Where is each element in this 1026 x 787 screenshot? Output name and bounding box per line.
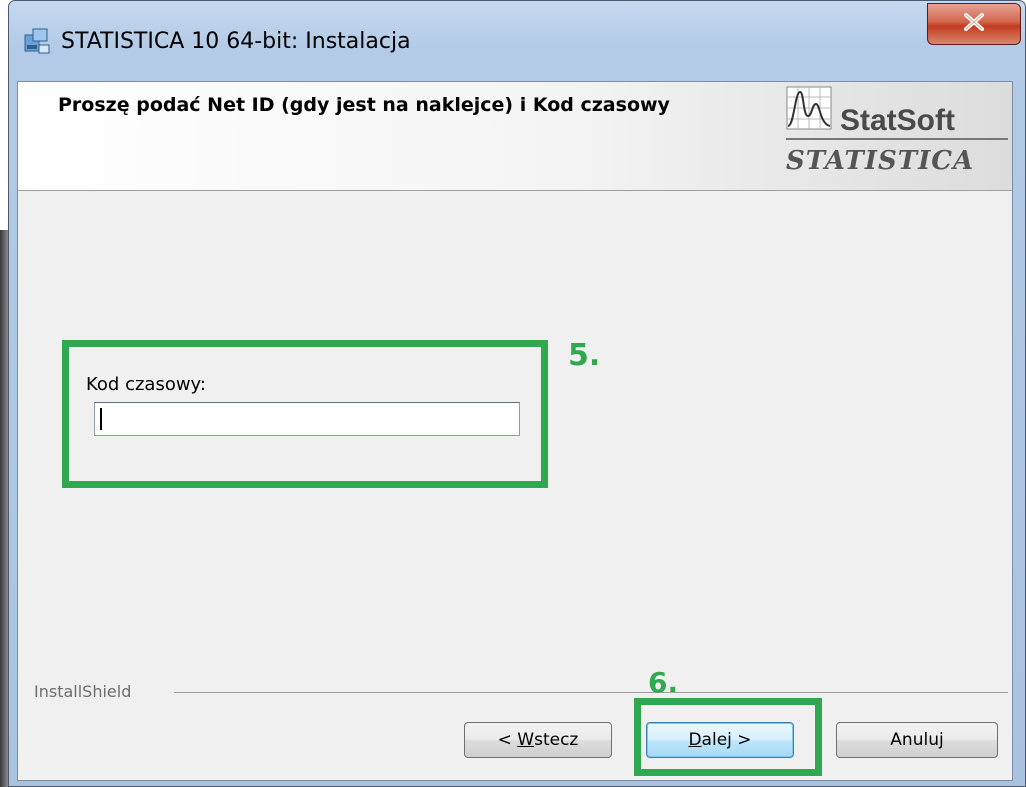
installer-icon: [23, 27, 51, 55]
statsoft-logo: StatSoft STATISTICA: [778, 86, 1008, 182]
footer-divider: [174, 692, 1008, 693]
back-button[interactable]: < Wstecz: [464, 722, 612, 758]
dialog-header: Proszę podać Net ID (gdy jest na naklejc…: [18, 82, 1012, 191]
cancel-button-label: Anuluj: [890, 730, 944, 750]
logo-product-text: STATISTICA: [786, 146, 975, 176]
installer-window: STATISTICA 10 64-bit: Instalacja Proszę …: [8, 0, 1026, 787]
dialog-client-area: Proszę podać Net ID (gdy jest na naklejc…: [17, 81, 1013, 781]
back-button-label: stecz: [534, 730, 579, 750]
page-title: Proszę podać Net ID (gdy jest na naklejc…: [58, 94, 670, 116]
window-title: STATISTICA 10 64-bit: Instalacja: [61, 29, 411, 54]
statsoft-logo-graph-icon: [786, 86, 836, 132]
annotation-step5-label: 5.: [568, 338, 601, 373]
close-icon: [963, 13, 985, 35]
title-bar[interactable]: STATISTICA 10 64-bit: Instalacja: [9, 1, 1025, 81]
installshield-label: InstallShield: [34, 682, 132, 701]
time-code-label: Kod czasowy:: [86, 374, 206, 395]
cancel-button[interactable]: Anuluj: [836, 722, 998, 758]
next-button[interactable]: Dalej >: [646, 722, 794, 758]
next-button-mnemonic: D: [688, 730, 702, 750]
logo-brand-text: StatSoft: [840, 104, 955, 137]
next-button-label: alej >: [701, 730, 752, 750]
close-button[interactable]: [927, 3, 1021, 45]
annotation-step6-label: 6.: [648, 666, 679, 699]
back-button-mnemonic: W: [517, 730, 535, 750]
logo-divider: [786, 138, 1008, 140]
time-code-input[interactable]: [94, 402, 520, 436]
background-desktop-edge: [0, 230, 8, 787]
back-button-prefix: <: [497, 730, 518, 750]
text-caret: [100, 408, 102, 430]
